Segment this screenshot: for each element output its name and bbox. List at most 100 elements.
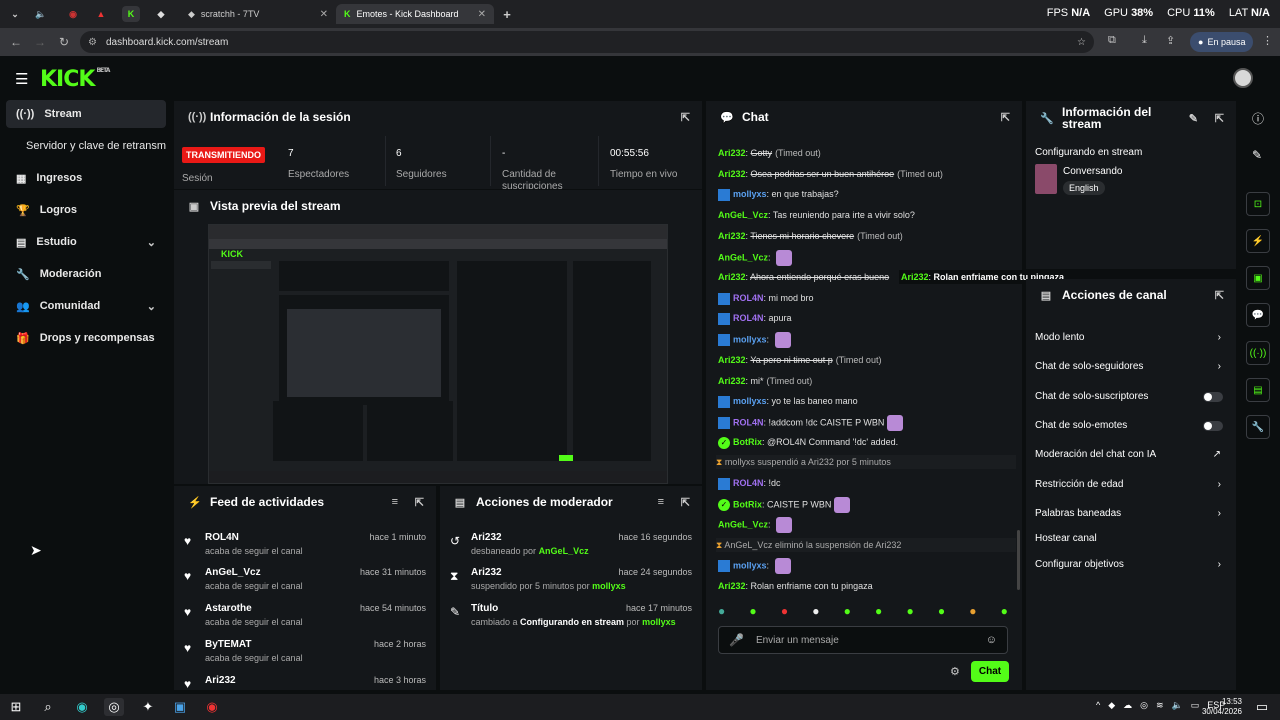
chat-settings-icon[interactable]: ⚙	[950, 665, 960, 678]
emote-icon[interactable]: ●	[875, 604, 882, 622]
pinned-tab-kick[interactable]: K	[122, 6, 140, 22]
chat-username[interactable]: AnGeL_Vcz	[718, 210, 768, 220]
menu-kebab-icon[interactable]: ⋮	[1262, 34, 1273, 47]
chrome-icon[interactable]: ◎	[104, 698, 124, 716]
pencil-icon[interactable]: ✎	[1252, 148, 1262, 162]
emotes-only-toggle[interactable]	[1203, 421, 1223, 431]
wifi-icon[interactable]: ≋	[1156, 700, 1164, 711]
action-followers-only[interactable]: Chat de solo-seguidores ›	[1035, 359, 1225, 375]
share-icon[interactable]: ⇪	[1166, 34, 1175, 47]
bookmark-star-icon[interactable]: ☆	[1077, 37, 1086, 48]
chat-username[interactable]: mollyxs	[733, 334, 767, 344]
emote-icon[interactable]: ●	[718, 604, 725, 622]
tray-icon[interactable]: ☁	[1123, 700, 1132, 711]
nav-drops[interactable]: 🎁 Drops y recompensas	[6, 324, 166, 352]
sidebar-chat-button[interactable]: 💬	[1246, 303, 1270, 327]
sidebar-broadcast-button[interactable]: ((·))	[1246, 341, 1270, 365]
chat-username[interactable]: mollyxs	[733, 396, 767, 406]
nav-comunidad[interactable]: 👥 Comunidad ⌄	[6, 292, 166, 320]
tray-icon[interactable]: ◎	[1140, 700, 1148, 711]
pinned-tab-2[interactable]: ▲	[92, 6, 110, 22]
emote-icon[interactable]: ●	[969, 604, 976, 622]
volume-icon[interactable]: 🔈	[1172, 700, 1183, 711]
popout-icon[interactable]: ⇱	[1001, 111, 1010, 124]
action-host-channel[interactable]: Hostear canal	[1035, 531, 1225, 547]
back-icon[interactable]: ←	[4, 35, 28, 49]
mod-user[interactable]: mollyxs	[642, 617, 676, 627]
action-slow-mode[interactable]: Modo lento ›	[1035, 330, 1225, 346]
popout-icon[interactable]: ⇱	[1215, 112, 1224, 125]
chat-input[interactable]: 🎤 Enviar un mensaje ☺	[718, 626, 1008, 654]
new-tab-button[interactable]: +	[498, 6, 516, 22]
chat-username[interactable]: Ari232	[718, 376, 746, 386]
emote-icon[interactable]: ●	[906, 604, 913, 622]
chat-username[interactable]: Ari232	[718, 148, 746, 158]
pinned-tab-audio[interactable]: 🔈	[32, 6, 50, 22]
chat-send-button[interactable]: Chat	[971, 661, 1009, 682]
chat-username[interactable]: Ari232	[718, 581, 746, 591]
chat-username[interactable]: BotRix	[733, 437, 762, 447]
site-info-icon[interactable]: ⚙	[88, 37, 97, 48]
chat-username[interactable]: Ari232	[718, 272, 746, 282]
address-bar[interactable]: ⚙ dashboard.kick.com/stream ☆	[80, 31, 1094, 53]
chevron-up-icon[interactable]: ^	[1096, 700, 1100, 711]
chat-username[interactable]: ROL4N	[733, 417, 764, 427]
action-configure-goals[interactable]: Configurar objetivos ›	[1035, 557, 1225, 573]
chat-username[interactable]: Ari232	[718, 231, 746, 241]
taskbar-clock[interactable]: 13:53 30/04/2026	[1202, 697, 1242, 717]
chat-username[interactable]: Ari232	[718, 169, 746, 179]
emoji-picker-icon[interactable]: ☺	[986, 634, 997, 646]
chat-username[interactable]: ROL4N	[733, 478, 764, 488]
chat-username[interactable]: mollyxs	[733, 560, 767, 570]
emote-icon[interactable]: ●	[844, 604, 851, 622]
chat-username[interactable]: ROL4N	[733, 293, 764, 303]
edit-pencil-icon[interactable]: ✎	[1189, 112, 1198, 125]
tray-icon[interactable]: ◆	[1108, 700, 1115, 711]
hamburger-menu-icon[interactable]: ☰	[15, 70, 28, 88]
sidebar-bolt-button[interactable]: ⚡	[1246, 229, 1270, 253]
reload-icon[interactable]: ↻	[52, 35, 76, 49]
action-ai-moderation[interactable]: Moderación del chat con IA ↗	[1035, 447, 1225, 463]
emote-icon[interactable]: ●	[938, 604, 945, 622]
app-icon[interactable]: ◉	[72, 698, 92, 716]
chat-username[interactable]: AnGeL_Vcz	[718, 252, 768, 262]
extensions-icon[interactable]: ⧉	[1108, 34, 1116, 47]
chat-username[interactable]: AnGeL_Vcz	[718, 519, 768, 529]
kick-logo[interactable]: KICK BETA	[40, 67, 110, 92]
action-banned-words[interactable]: Palabras baneadas ›	[1035, 506, 1225, 522]
popout-icon[interactable]: ⇱	[681, 496, 690, 509]
sidebar-clipboard-button[interactable]: ▤	[1246, 378, 1270, 402]
nav-moderacion[interactable]: 🔧 Moderación	[6, 260, 166, 288]
mod-user[interactable]: mollyxs	[592, 581, 626, 591]
subs-only-toggle[interactable]	[1203, 392, 1223, 402]
chat-username[interactable]: ROL4N	[733, 313, 764, 323]
user-avatar[interactable]	[1233, 68, 1253, 88]
nav-server-key[interactable]: Servidor y clave de retransm	[6, 132, 176, 160]
sidebar-video-button[interactable]: ▣	[1246, 266, 1270, 290]
stream-preview-video[interactable]: KICK	[208, 224, 668, 484]
battery-icon[interactable]: ▭	[1191, 700, 1200, 711]
chat-username[interactable]: Ari232	[718, 355, 746, 365]
chat-scrollbar[interactable]	[1017, 530, 1020, 590]
pinned-tab-1[interactable]: ◉	[64, 6, 82, 22]
filter-icon[interactable]: ≡	[658, 496, 664, 508]
stream-category[interactable]: Conversando	[1063, 166, 1122, 177]
sidebar-button-1[interactable]: ⊡	[1246, 192, 1270, 216]
pinned-tab-4[interactable]: ◆	[152, 6, 170, 22]
nav-ingresos[interactable]: ▦ Ingresos	[6, 164, 166, 192]
popout-icon[interactable]: ⇱	[415, 496, 424, 509]
popout-icon[interactable]: ⇱	[1215, 289, 1224, 302]
sidebar-wrench-button[interactable]: 🔧	[1246, 415, 1270, 439]
microphone-icon[interactable]: 🎤	[729, 633, 744, 647]
tab-kick-emotes[interactable]: K Emotes - Kick Dashboard ✕	[336, 4, 494, 24]
filter-icon[interactable]: ≡	[392, 496, 398, 508]
emote-icon[interactable]: ●	[812, 604, 819, 622]
nav-stream[interactable]: ((·)) Stream	[6, 100, 166, 128]
mod-user[interactable]: AnGeL_Vcz	[539, 546, 589, 556]
emote-icon[interactable]: ●	[749, 604, 756, 622]
app-icon[interactable]: ▣	[170, 698, 190, 716]
notifications-icon[interactable]: ▭	[1252, 698, 1272, 716]
close-tab-icon[interactable]: ✕	[320, 9, 328, 20]
profile-paused-button[interactable]: ● En pausa	[1190, 32, 1254, 52]
windows-start-icon[interactable]: ⊞	[6, 698, 26, 716]
